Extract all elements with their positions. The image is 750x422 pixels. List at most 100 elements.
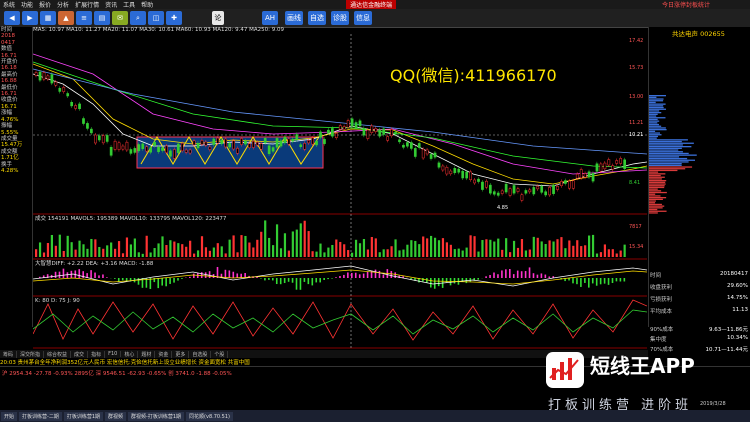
bottom-tab[interactable]: F10 (105, 351, 122, 357)
chip-bar (649, 183, 666, 185)
report-icon[interactable]: ▤ (94, 11, 110, 25)
chip-bar (649, 159, 695, 161)
bottom-tab[interactable]: 筹码 (0, 350, 18, 358)
macd-bar (173, 278, 175, 283)
chip-distribution-panel (648, 27, 750, 327)
volume-bar (311, 251, 314, 257)
back-icon[interactable]: ◀ (4, 11, 20, 25)
taskbar-item[interactable]: 同花顺(v8.70.51) (186, 411, 233, 421)
volume-bar (129, 244, 132, 257)
macd-bar (114, 278, 116, 279)
macd-bar (422, 278, 424, 282)
candle (323, 138, 326, 144)
volume-bar (90, 238, 93, 257)
candle (279, 140, 283, 147)
ah-button[interactable]: AH (262, 11, 278, 25)
volume-bar (35, 249, 38, 257)
taskbar-item[interactable]: 打板训练营-二期 (19, 411, 62, 421)
grid-icon[interactable]: ▦ (40, 11, 56, 25)
candle (133, 148, 137, 153)
bottom-tab[interactable]: 题材 (138, 350, 156, 358)
bottom-tab[interactable]: 资金 (155, 350, 173, 358)
menu-item-analysis[interactable]: 分析 (54, 0, 72, 9)
macd-bar (347, 272, 349, 278)
volume-bar (580, 246, 583, 257)
volume-bar (38, 242, 42, 257)
volume-bar (244, 235, 247, 257)
menu-item-tools[interactable]: 工具 (120, 0, 138, 9)
candle (224, 138, 228, 148)
taskbar-item[interactable]: 群视频-打板训练营1期 (128, 411, 185, 421)
bottom-tab[interactable]: 综合权益 (44, 350, 72, 358)
menu-item-help[interactable]: 帮助 (138, 0, 156, 9)
taskbar-item[interactable]: 打板训练营1期 (63, 411, 104, 421)
diagnose-button[interactable]: 诊股 (331, 11, 349, 25)
volume-bar (576, 240, 579, 257)
candle (34, 72, 38, 76)
toolbar: ◀ ▶ ▦ ▲ ≡ ▤ ✉ ⌕ ◫ ✚ 论 AH 画线 自选 诊股 信息 (0, 9, 750, 28)
bottom-tab[interactable]: 成交 (71, 350, 89, 358)
volume-bar (457, 248, 460, 257)
menu-item-ext[interactable]: 扩展行情 (72, 0, 102, 9)
watchlist-button[interactable]: 自选 (308, 11, 326, 25)
candle (145, 146, 149, 152)
candle (362, 128, 366, 136)
volume-bar (422, 236, 425, 257)
volume-bar (548, 240, 551, 257)
volume-bar (339, 241, 342, 257)
bottom-tab[interactable]: 深交所指 (17, 350, 45, 358)
volume-bar (303, 220, 306, 257)
chip-bar (649, 96, 657, 98)
menu-item-function[interactable]: 功能 (18, 0, 36, 9)
volume-bar (347, 250, 350, 257)
volume-bar (275, 224, 279, 257)
search-icon[interactable]: ⌕ (130, 11, 146, 25)
start-button[interactable]: 开始 (1, 411, 18, 421)
volume-bar (588, 235, 591, 257)
bottom-tab[interactable]: 自选股 (189, 350, 212, 358)
chip-info-label: 收盘获利 (650, 285, 673, 291)
bottom-tab[interactable]: 更多 (172, 350, 190, 358)
candle (477, 178, 480, 182)
forum-button[interactable]: 论 (212, 11, 224, 25)
candle (165, 145, 168, 153)
volume-bar (441, 238, 445, 257)
volume-bar (414, 240, 417, 257)
bottom-tab[interactable]: 指标 (88, 350, 106, 358)
candle (532, 187, 536, 195)
candle (524, 190, 528, 194)
bar-info-value: 5.55% (1, 129, 19, 136)
menu-item-info[interactable]: 资讯 (102, 0, 120, 9)
list-icon[interactable]: ≡ (76, 11, 92, 25)
volume-bar (149, 252, 152, 257)
macd-bar (540, 273, 543, 278)
volume-bar (362, 238, 366, 257)
calc-icon[interactable]: ✚ (166, 11, 182, 25)
menu-item-quote[interactable]: 报价 (36, 0, 54, 9)
volume-bar (272, 245, 275, 257)
news-icon[interactable]: ✉ (112, 11, 128, 25)
volume-bar (66, 235, 69, 257)
draw-line-button[interactable]: 画线 (285, 11, 303, 25)
limit-up-stats-link[interactable]: 今日涨停封板统计 (662, 0, 750, 9)
info-button[interactable]: 信息 (354, 11, 372, 25)
bar-info-label: 数值 (1, 46, 13, 53)
volume-bar (208, 250, 211, 257)
macd-bar (390, 271, 393, 278)
candle (303, 143, 307, 150)
chip-bar (649, 146, 692, 148)
candle (571, 180, 575, 189)
chart-icon[interactable]: ▲ (58, 11, 74, 25)
price-axis-label: 8.41 (629, 180, 640, 186)
menu-item-system[interactable]: 系统 (0, 0, 18, 9)
taskbar-item[interactable]: 群视频 (105, 411, 127, 421)
bottom-tab[interactable]: 核心 (121, 350, 139, 358)
candle (66, 93, 70, 97)
chip-bar (649, 154, 697, 156)
data-icon[interactable]: ◫ (148, 11, 164, 25)
forward-icon[interactable]: ▶ (22, 11, 38, 25)
candle (386, 136, 389, 141)
candle (58, 88, 62, 92)
bar-info-row: 4.28% (0, 168, 32, 174)
bottom-tab[interactable]: 个股 (211, 350, 229, 358)
